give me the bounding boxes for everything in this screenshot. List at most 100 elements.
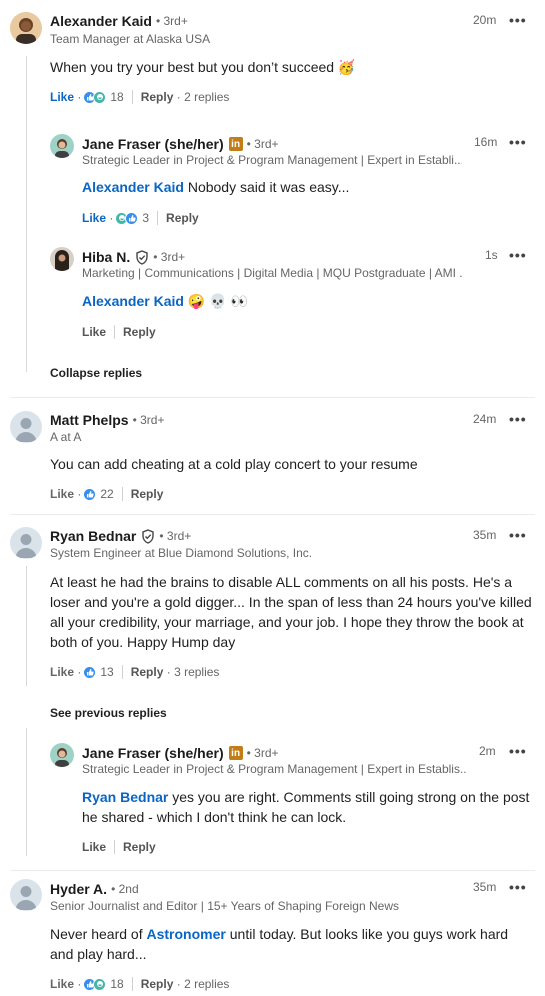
author-name[interactable]: Jane Fraser (she/her) bbox=[82, 136, 224, 152]
linkedin-premium-icon: in bbox=[228, 746, 243, 760]
more-options-icon[interactable]: ••• bbox=[509, 412, 527, 426]
thread-line bbox=[26, 56, 27, 372]
comment-time: 35m bbox=[473, 880, 497, 894]
author-name[interactable]: Jane Fraser (she/her) bbox=[82, 745, 224, 761]
comment-time: 1s bbox=[485, 248, 498, 262]
mention-link[interactable]: Alexander Kaid bbox=[82, 293, 184, 309]
reply-button[interactable]: Reply bbox=[141, 977, 174, 991]
avatar[interactable] bbox=[10, 879, 42, 911]
divider bbox=[114, 840, 116, 854]
avatar[interactable] bbox=[50, 247, 74, 271]
reactions[interactable] bbox=[83, 487, 97, 501]
connection-degree: • 3rd+ bbox=[155, 14, 188, 28]
thread-line bbox=[26, 728, 27, 856]
reply-button[interactable]: Reply bbox=[166, 211, 199, 225]
reaction-count: 22 bbox=[100, 487, 114, 501]
avatar[interactable] bbox=[50, 743, 74, 767]
reaction-count: 13 bbox=[100, 665, 114, 679]
more-options-icon[interactable]: ••• bbox=[509, 880, 527, 894]
comment-text: Alexander Kaid 🤪 💀 👀 bbox=[82, 293, 248, 309]
avatar[interactable] bbox=[10, 527, 42, 559]
more-options-icon[interactable]: ••• bbox=[509, 248, 527, 262]
author-headline: Team Manager at Alaska USA bbox=[50, 32, 211, 46]
reaction-count: 18 bbox=[110, 977, 124, 991]
comment-text: Never heard of Astronomer until today. B… bbox=[50, 926, 509, 962]
divider bbox=[157, 211, 159, 225]
like-button[interactable]: Like bbox=[50, 665, 74, 679]
comment-text: You can add cheating at a cold play conc… bbox=[50, 456, 418, 472]
author-name[interactable]: Hiba N. bbox=[82, 249, 130, 265]
mention-link[interactable]: Astronomer bbox=[147, 926, 226, 942]
reactions[interactable] bbox=[83, 90, 107, 104]
author-name[interactable]: Alexander Kaid bbox=[50, 13, 152, 29]
comment-actions: Like · 22 Reply bbox=[50, 487, 164, 501]
divider bbox=[131, 90, 133, 104]
replies-count-link[interactable]: 3 replies bbox=[174, 665, 219, 679]
like-button[interactable]: Like bbox=[82, 325, 106, 339]
reply-button[interactable]: Reply bbox=[131, 665, 164, 679]
reaction-count: 3 bbox=[142, 211, 150, 225]
more-options-icon[interactable]: ••• bbox=[509, 744, 527, 758]
reaction-count: 18 bbox=[110, 90, 124, 104]
connection-degree: • 2nd bbox=[111, 882, 139, 896]
comment-time: 24m bbox=[473, 412, 497, 426]
reactions[interactable] bbox=[115, 211, 139, 225]
reply-button[interactable]: Reply bbox=[123, 840, 156, 854]
thread-line bbox=[26, 566, 27, 686]
like-button[interactable]: Like bbox=[82, 211, 106, 225]
reply-button[interactable]: Reply bbox=[131, 487, 164, 501]
avatar[interactable] bbox=[50, 134, 74, 158]
comment-time: 20m bbox=[473, 13, 497, 27]
collapse-replies-button[interactable]: Collapse replies bbox=[50, 366, 142, 380]
like-reaction-icon bbox=[83, 665, 97, 679]
comment-text: When you try your best but you don’t suc… bbox=[50, 59, 356, 75]
author-headline: Marketing | Communications | Digital Med… bbox=[82, 266, 462, 280]
reply-button[interactable]: Reply bbox=[141, 90, 174, 104]
replies-count-link[interactable]: 2 replies bbox=[184, 977, 229, 991]
funny-reaction-icon bbox=[93, 977, 107, 991]
like-button[interactable]: Like bbox=[82, 840, 106, 854]
comment-text: At least he had the brains to disable AL… bbox=[50, 574, 532, 650]
author-name[interactable]: Matt Phelps bbox=[50, 412, 129, 428]
avatar[interactable] bbox=[10, 411, 42, 443]
avatar[interactable] bbox=[10, 12, 42, 44]
author-name[interactable]: Hyder A. bbox=[50, 881, 107, 897]
more-options-icon[interactable]: ••• bbox=[509, 528, 527, 542]
reply-button[interactable]: Reply bbox=[123, 325, 156, 339]
divider bbox=[114, 325, 116, 339]
comment-actions: Like · 18 Reply · 2 replies bbox=[50, 90, 230, 104]
like-reaction-icon bbox=[125, 211, 139, 225]
like-button[interactable]: Like bbox=[50, 487, 74, 501]
like-reaction-icon bbox=[83, 487, 97, 501]
mention-link[interactable]: Alexander Kaid bbox=[82, 179, 184, 195]
verified-shield-icon bbox=[142, 528, 155, 544]
funny-reaction-icon bbox=[93, 90, 107, 104]
author-headline: Strategic Leader in Project & Program Ma… bbox=[82, 153, 462, 167]
comment-text: Ryan Bednar yes you are right. Comments … bbox=[82, 789, 530, 825]
see-previous-replies-button[interactable]: See previous replies bbox=[50, 706, 167, 720]
comment-actions: Like · 3 Reply bbox=[82, 211, 199, 225]
divider bbox=[121, 487, 123, 501]
like-button[interactable]: Like bbox=[50, 977, 74, 991]
comment-actions: Like · 13 Reply · 3 replies bbox=[50, 665, 220, 679]
reactions[interactable] bbox=[83, 977, 107, 991]
divider bbox=[131, 977, 133, 991]
like-button[interactable]: Like bbox=[50, 90, 74, 104]
comment-divider bbox=[10, 397, 535, 398]
comment-actions: Like Reply bbox=[82, 324, 156, 340]
author-name[interactable]: Ryan Bednar bbox=[50, 528, 136, 544]
mention-link[interactable]: Ryan Bednar bbox=[82, 789, 168, 805]
more-options-icon[interactable]: ••• bbox=[509, 135, 527, 149]
author-headline: System Engineer at Blue Diamond Solution… bbox=[50, 546, 313, 560]
comment-actions: Like · 18 Reply · 2 replies bbox=[50, 977, 230, 991]
connection-degree: • 3rd+ bbox=[132, 413, 165, 427]
comment-time: 2m bbox=[479, 744, 496, 758]
linkedin-premium-icon: in bbox=[228, 137, 243, 151]
more-options-icon[interactable]: ••• bbox=[509, 13, 527, 27]
comment-time: 16m bbox=[474, 135, 498, 149]
replies-count-link[interactable]: 2 replies bbox=[184, 90, 229, 104]
reactions[interactable] bbox=[83, 665, 97, 679]
author-headline: A at A bbox=[50, 430, 82, 444]
author-headline: Strategic Leader in Project & Program Ma… bbox=[82, 762, 467, 776]
author-headline: Senior Journalist and Editor | 15+ Years… bbox=[50, 899, 399, 913]
